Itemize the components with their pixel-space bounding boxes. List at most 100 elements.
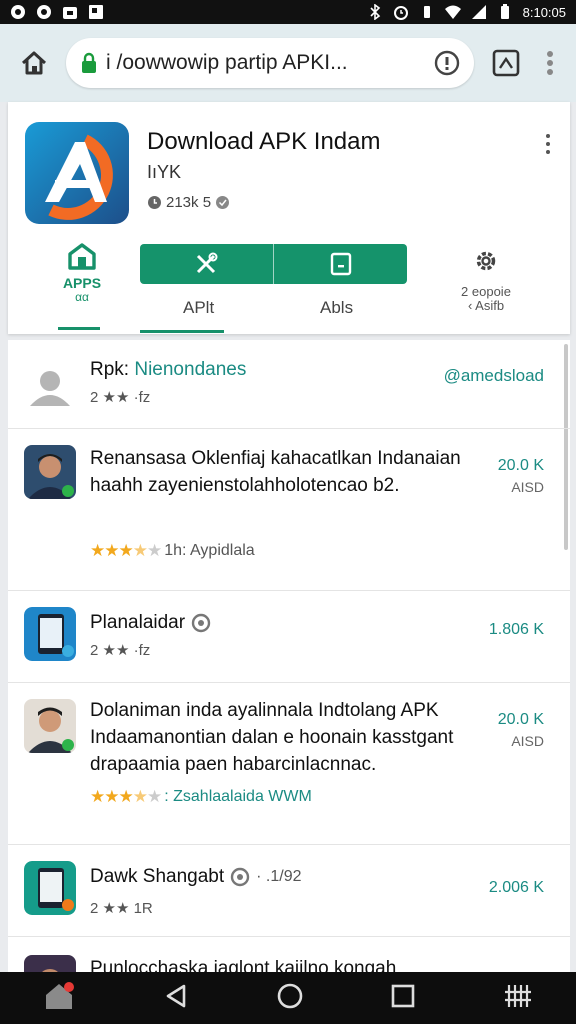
star-rating: ★★★★★ (90, 541, 162, 560)
rating-label: : Zsahlaalaida WWM (164, 788, 312, 805)
briefcase-icon (62, 4, 78, 20)
list-item[interactable]: Renansasa Oklenfiaj kahacatlkan Indanaia… (8, 429, 570, 591)
tab-apps[interactable]: APPS αα (58, 242, 106, 330)
avatar (24, 360, 76, 414)
list-item-title: Renansasa Oklenfiaj kahacatlkan Indanaia… (90, 448, 461, 496)
nav-home-button[interactable] (276, 982, 304, 1015)
tab-apps-label: APPS (62, 275, 102, 291)
title-suffix: · .1/92 (256, 868, 302, 885)
app-meta: 213k 5 (147, 194, 230, 211)
tab-settings-line2: ‹ Asifb (467, 298, 505, 313)
list-item-size: 20.0 K AISD (498, 711, 544, 749)
app-list: Rpk: Nienondanes 2 ★★ ·fz @amedsload Ren… (8, 340, 570, 972)
notification-icon (36, 4, 52, 20)
title-text: Dawk Shangabt (90, 866, 225, 887)
url-bar[interactable]: i /oowwowip partip APKI... (66, 38, 474, 88)
verified-icon (230, 867, 250, 886)
tab-apps-underline (58, 327, 100, 330)
app-developer: IıYK (147, 162, 182, 182)
tab-abls[interactable]: Abls (320, 298, 353, 318)
tab-apps-sub: αα (75, 290, 89, 304)
signal-icon (471, 4, 487, 20)
list-item-size: 1.806 K (488, 621, 544, 638)
browser-menu-button[interactable] (538, 43, 562, 83)
browser-toolbar: i /oowwowip partip APKI... (0, 24, 576, 102)
title-text: Planalaidar (90, 612, 186, 633)
avatar (24, 955, 76, 972)
list-item[interactable]: Dolaniman inda ayalinnala Indtolang APK … (8, 683, 570, 845)
app-title: Download APK Indam (147, 128, 381, 155)
size-value: 20.0 K (497, 711, 544, 728)
list-item-action[interactable]: @amedsload (444, 366, 544, 386)
list-item[interactable]: Rpk: Nienondanes 2 ★★ ·fz @amedsload (8, 340, 570, 429)
home-icon (21, 51, 47, 75)
nav-back-button[interactable] (162, 982, 190, 1015)
rating-label: 1h: Aypidlala (164, 542, 255, 559)
size-unit: AISD (511, 733, 544, 749)
notification-icon (10, 4, 26, 20)
system-nav-bar (0, 972, 576, 1024)
avatar (24, 445, 76, 499)
grid-icon (504, 984, 531, 1007)
status-bar: 8:10:05 (0, 0, 576, 24)
app-header-card: Download APK Indam IıYK 213k 5 APPS αα A… (8, 102, 570, 334)
list-item[interactable]: Punlocchaska iaglont kaijlno kongah (8, 937, 570, 972)
size-value: 20.0 K (497, 457, 544, 474)
tools-icon (196, 252, 217, 274)
list-item-rating: 2 ★★ 1R (90, 900, 153, 917)
tab-settings-line1: 2 eopoie (461, 284, 511, 299)
list-item-size: 2.006 K (488, 879, 544, 896)
avatar (24, 699, 76, 753)
title-prefix: Rpk: (90, 359, 135, 380)
home-button[interactable] (14, 43, 54, 83)
avatar (24, 607, 76, 661)
verified-icon (191, 613, 211, 632)
list-item-title: Rpk: Nienondanes (90, 356, 246, 383)
app-logo (25, 122, 129, 224)
circle-home-icon (277, 983, 303, 1008)
tabs-icon (492, 49, 520, 77)
bluetooth-icon (367, 3, 383, 21)
vibrate-icon (419, 4, 435, 20)
list-item-title: Dolaniman inda ayalinnala Indtolang APK … (90, 700, 454, 775)
nav-recents-button[interactable] (390, 983, 416, 1014)
avatar (24, 861, 76, 915)
list-item-title: Dawk Shangabt · .1/92 (90, 863, 302, 890)
wifi-icon (444, 4, 461, 20)
recents-icon (392, 984, 415, 1007)
details-button[interactable] (274, 244, 407, 284)
list-item[interactable]: Planalaidar 2 ★★ ·fz 1.806 K (8, 591, 570, 683)
nav-accessibility-button[interactable] (503, 981, 533, 1016)
store-icon (68, 243, 96, 270)
star-rating: ★★★★★ (90, 787, 162, 806)
app-more-button[interactable] (538, 130, 558, 158)
battery-icon (497, 4, 513, 20)
title-link[interactable]: Nienondanes (134, 359, 246, 380)
more-vert-icon (547, 51, 553, 75)
app-meta-text: 213k 5 (166, 194, 212, 211)
alarm-icon (393, 4, 409, 20)
badge-icon (216, 196, 230, 209)
back-icon (166, 984, 185, 1007)
url-text: i /oowwowip partip APKI... (106, 51, 348, 74)
gear-icon (476, 251, 496, 271)
list-item[interactable]: Dawk Shangabt · .1/92 2 ★★ 1R 2.006 K (8, 845, 570, 937)
tab-settings[interactable]: 2 eopoie ‹ Asifb (452, 248, 520, 313)
action-buttons (140, 244, 407, 284)
list-item-size: 20.0 K AISD (498, 457, 544, 495)
list-item-rating: ★★★★★ : Zsahlaalaida WWM (90, 787, 312, 807)
list-item-rating: 2 ★★ ·fz (90, 389, 151, 406)
tab-aplt[interactable]: APlt (183, 298, 214, 318)
tabs-button[interactable] (486, 43, 526, 83)
info-icon[interactable] (434, 50, 460, 76)
lock-icon (82, 52, 96, 73)
list-item-rating: ★★★★★ 1h: Aypidlala (90, 541, 255, 561)
list-item-title: Planalaidar (90, 609, 211, 636)
size-unit: AISD (511, 479, 544, 495)
tools-button[interactable] (140, 244, 273, 284)
screen: { "status_bar": { "time": "8:10:05" }, "… (0, 0, 576, 1024)
nav-home-app-button[interactable] (43, 981, 75, 1016)
active-tab-underline (140, 330, 224, 333)
list-item-rating: 2 ★★ ·fz (90, 642, 151, 659)
clock-icon (148, 196, 161, 209)
